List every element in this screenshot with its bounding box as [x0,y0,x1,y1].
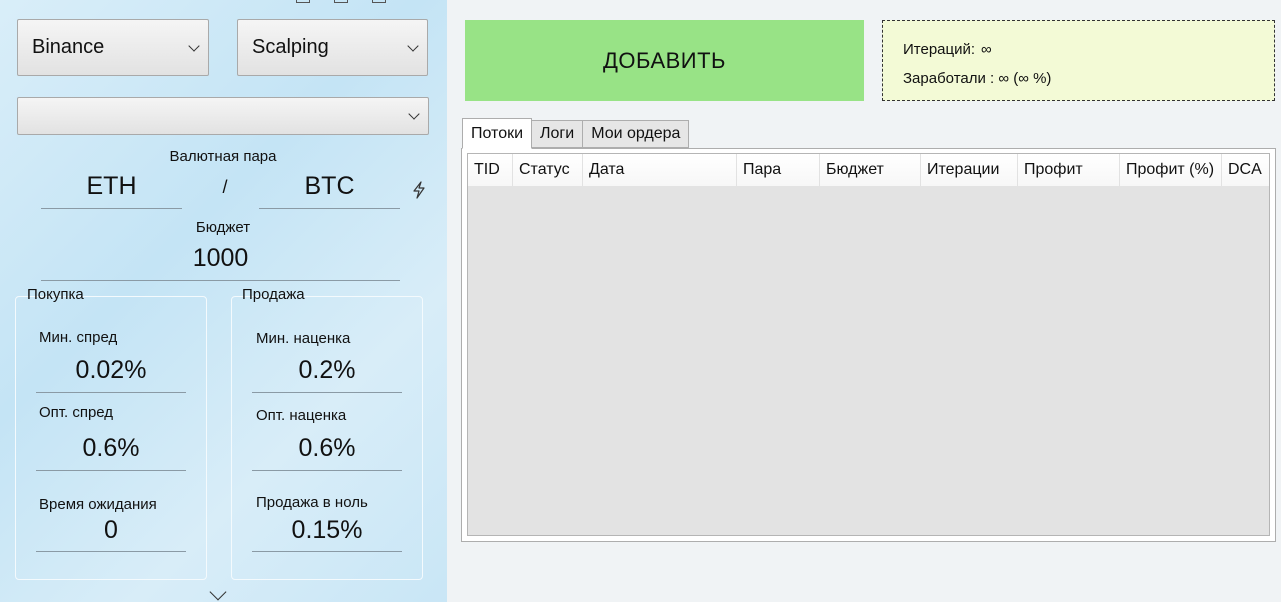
underline [36,551,186,552]
chevron-down-icon [407,39,419,52]
budget-label: Бюджет [195,219,251,236]
min-markup-label: Мин. наценка [256,330,351,347]
column-header-iterations[interactable]: Итерации [921,154,1018,186]
tab-bar: Потоки Логи Мои ордера [462,118,690,149]
control-icon[interactable] [334,0,348,3]
underline [252,551,402,552]
control-icon[interactable] [296,0,310,3]
strategy-select-value: Scalping [252,36,329,58]
column-header-profit[interactable]: Профит [1018,154,1120,186]
base-currency-input[interactable]: ETH [41,172,182,201]
table-header: TID Статус Дата Пара Бюджет Итерации Про… [468,154,1269,186]
underline [259,208,400,209]
min-spread-label: Мин. спред [39,329,118,346]
underline [36,470,186,471]
exchange-select[interactable]: Binance [17,19,209,76]
tab-logs[interactable]: Логи [531,120,584,148]
wait-time-label: Время ожидания [39,496,157,513]
budget-input[interactable]: 1000 [41,244,400,273]
chevron-down-icon [408,108,420,120]
zero-sell-label: Продажа в ноль [256,494,368,511]
underline [252,392,402,393]
threads-table[interactable]: TID Статус Дата Пара Бюджет Итерации Про… [467,153,1270,536]
opt-markup-label: Опт. наценка [256,407,347,424]
add-button[interactable]: ДОБАВИТЬ [465,20,864,101]
column-header-tid[interactable]: TID [468,154,513,186]
quote-currency-input[interactable]: BTC [259,172,400,201]
exchange-select-value: Binance [32,36,105,58]
opt-markup-input[interactable]: 0.6% [252,434,402,463]
sell-group-title: Продажа [242,286,305,303]
iterations-value: ∞ [981,41,992,58]
column-header-profit-percent[interactable]: Профит (%) [1120,154,1222,186]
control-icon[interactable] [372,0,386,3]
pair-label: Валютная пара [169,148,277,165]
tab-my-orders[interactable]: Мои ордера [582,120,690,148]
chevron-down-icon[interactable] [209,583,227,601]
stats-box: Итераций: ∞ Заработали : ∞ (∞ %) [882,20,1275,101]
opt-spread-label: Опт. спред [39,404,114,421]
pair-separator: / [222,177,228,197]
extra-select[interactable] [17,97,429,135]
column-header-date[interactable]: Дата [583,154,737,186]
min-spread-input[interactable]: 0.02% [36,356,186,385]
column-header-budget[interactable]: Бюджет [820,154,921,186]
settings-panel: Binance Scalping Валютная пара ETH / BTC… [0,0,447,602]
underline [252,470,402,471]
column-header-dca[interactable]: DCA [1222,154,1269,186]
opt-spread-input[interactable]: 0.6% [36,434,186,463]
buy-group-title: Покупка [27,286,84,303]
column-header-status[interactable]: Статус [513,154,583,186]
window-controls [296,0,386,3]
earned-text: Заработали : ∞ (∞ %) [903,70,1052,87]
underline [36,392,186,393]
tab-content: TID Статус Дата Пара Бюджет Итерации Про… [461,148,1276,542]
zero-sell-input[interactable]: 0.15% [252,516,402,545]
chevron-down-icon [188,39,200,52]
column-header-pair[interactable]: Пара [737,154,820,186]
tab-threads[interactable]: Потоки [462,118,533,149]
underline [41,208,182,209]
iterations-label: Итераций: [903,41,976,58]
min-markup-input[interactable]: 0.2% [252,356,402,385]
underline [41,280,400,281]
wait-time-input[interactable]: 0 [36,516,186,545]
lightning-icon[interactable] [412,181,426,199]
strategy-select[interactable]: Scalping [237,19,428,76]
